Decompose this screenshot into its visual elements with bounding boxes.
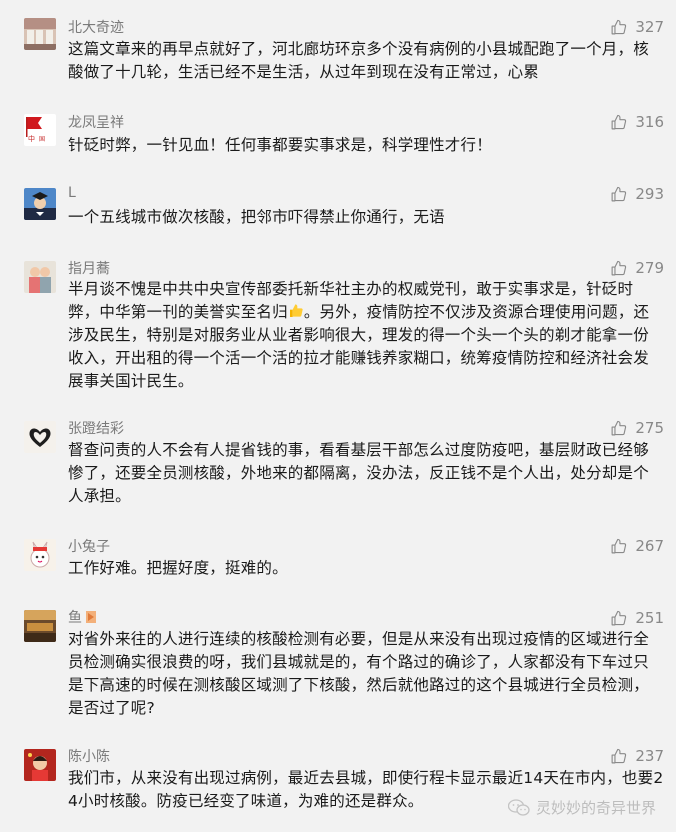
- thumbs-up-outline-icon: [611, 538, 627, 553]
- like-button[interactable]: 275: [610, 419, 664, 437]
- avatar[interactable]: [24, 539, 56, 571]
- comment-nickname: 鱼: [68, 609, 98, 627]
- like-count: 293: [635, 185, 664, 203]
- comment-text: 督查问责的人不会有人提省钱的事，看看基层干部怎么过度防疫吧，基层财政已经够惨了，…: [68, 441, 649, 505]
- avatar[interactable]: 中 国: [24, 114, 56, 146]
- comment-item: 张蹬结彩 275 督查问责的人不会有人提省钱的事，看看基层干部怎么过度防疫吧，基…: [0, 410, 676, 536]
- like-count: 316: [635, 113, 664, 131]
- like-button[interactable]: 327: [610, 18, 664, 36]
- thumbs-up-outline-icon: [611, 420, 627, 435]
- like-button[interactable]: 279: [610, 259, 664, 277]
- comment-nickname: 龙凤呈祥: [68, 115, 124, 131]
- avatar[interactable]: [24, 421, 56, 453]
- like-count: 251: [635, 609, 664, 627]
- avatar[interactable]: [24, 610, 56, 642]
- comment-text: 这篇文章来的再早点就好了，河北廊坊环京多个没有病例的小县城配跑了一个月，核酸做了…: [68, 40, 649, 81]
- thumbs-up-emoji-icon: [289, 304, 303, 317]
- like-button[interactable]: 316: [610, 113, 664, 131]
- comment-item: 北大奇迹 327 这篇文章来的再早点就好了，河北廊坊环京多个没有病例的小县城配跑…: [0, 0, 676, 100]
- avatar[interactable]: [24, 749, 56, 781]
- avatar[interactable]: [24, 188, 56, 220]
- svg-text:中: 中: [28, 134, 35, 143]
- like-button[interactable]: 293: [610, 185, 664, 203]
- comment-nickname: 指月蕎: [68, 261, 110, 277]
- wechat-icon: [507, 798, 530, 816]
- comment-item: 鱼 251 对省外来往的人进行连续的核酸检测有必要，但是从来没有出现过疫情的区域…: [0, 606, 676, 736]
- comment-nickname: 张蹬结彩: [68, 421, 124, 437]
- like-count: 267: [635, 537, 664, 555]
- thumbs-up-outline-icon: [611, 19, 627, 34]
- comment-text: 针砭时弊，一针见血！任何事都要实事求是，科学理性才行！: [68, 136, 492, 154]
- thumbs-up-outline-icon: [611, 186, 627, 201]
- comment-item: 指月蕎 279 半月谈不愧是中共中央宣传部委托新华社主办的权威党刊，敢于实事求是…: [0, 256, 676, 410]
- comment-nickname: L: [68, 185, 76, 201]
- comment-nickname: 北大奇迹: [68, 20, 124, 36]
- svg-text:国: 国: [39, 136, 45, 143]
- avatar[interactable]: [24, 18, 56, 50]
- comment-item: 中 国 龙凤呈祥 316 针砭时弊，一针见血！任何事都要实事求是，科学理性才行！: [0, 100, 676, 180]
- like-button[interactable]: 237: [610, 747, 664, 765]
- comment-text: 工作好难。把握好度，挺难的。: [68, 559, 288, 577]
- comment-item: 小兔子 267 工作好难。把握好度，挺难的。: [0, 536, 676, 606]
- like-count: 275: [635, 419, 664, 437]
- thumbs-up-outline-icon: [611, 114, 627, 129]
- thumbs-up-outline-icon: [611, 610, 627, 625]
- like-count: 327: [635, 18, 664, 36]
- comment-nickname: 陈小陈: [68, 749, 110, 765]
- watermark: 灵妙妙的奇异世界: [507, 797, 656, 818]
- avatar[interactable]: [24, 261, 56, 293]
- like-count: 237: [635, 747, 664, 765]
- like-button[interactable]: 267: [610, 537, 664, 555]
- comment-text: 对省外来往的人进行连续的核酸检测有必要，但是从来没有出现过疫情的区域进行全员检测…: [68, 630, 649, 717]
- thumbs-up-outline-icon: [611, 260, 627, 275]
- like-button[interactable]: 251: [610, 609, 664, 627]
- comment-text: 半月谈不愧是中共中央宣传部委托新华社主办的权威党刊，敢于实事求是，针砭时弊，中华…: [68, 278, 664, 393]
- thumbs-up-outline-icon: [611, 748, 627, 763]
- like-count: 279: [635, 259, 664, 277]
- fish-emoji-icon: [86, 611, 96, 623]
- watermark-text: 灵妙妙的奇异世界: [535, 799, 656, 817]
- comment-nickname-text: 鱼: [68, 610, 82, 626]
- comment-text: 一个五线城市做次核酸，把邻市吓得禁止你通行，无语: [68, 208, 445, 226]
- comment-item: L 293 一个五线城市做次核酸，把邻市吓得禁止你通行，无语: [0, 180, 676, 258]
- comment-nickname: 小兔子: [68, 539, 110, 555]
